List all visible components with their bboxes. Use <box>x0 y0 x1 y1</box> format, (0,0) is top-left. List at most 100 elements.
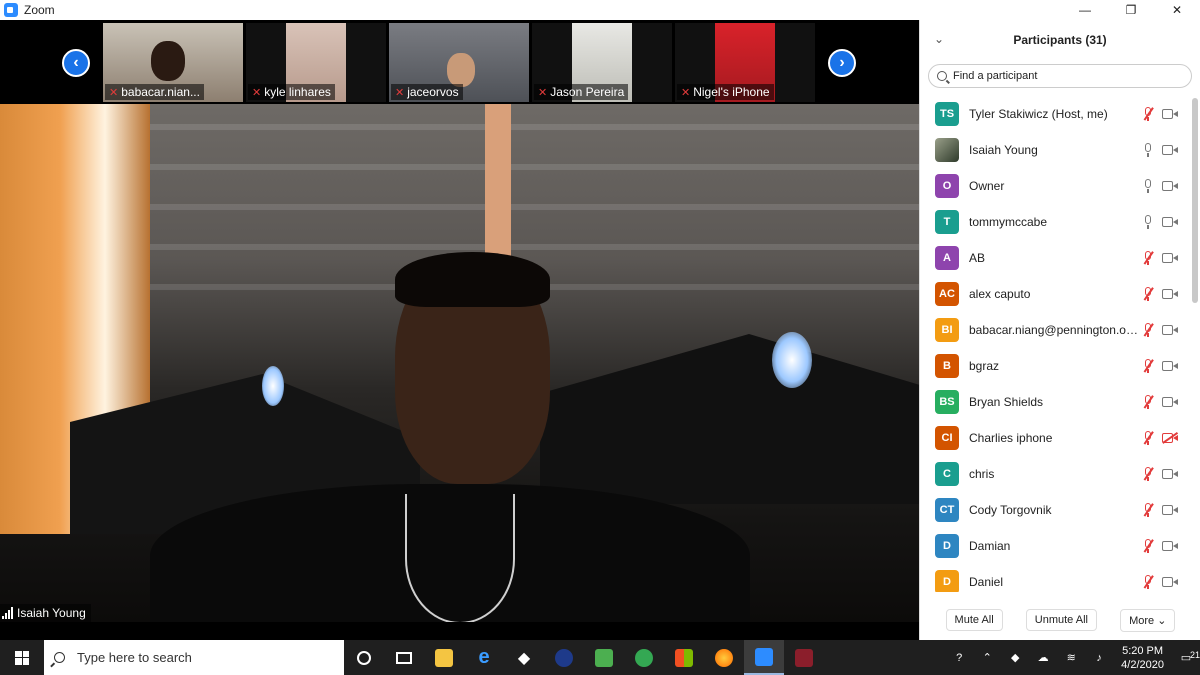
store-icon[interactable] <box>664 640 704 675</box>
background-shade <box>540 334 919 504</box>
mic-muted-icon[interactable] <box>1142 574 1154 590</box>
video-thumbnail[interactable]: ✕ Jason Pereira <box>532 23 672 102</box>
participant-row[interactable]: BS Bryan Shields <box>920 384 1190 420</box>
collapse-chevron-icon[interactable]: ⌄ <box>934 32 944 46</box>
camera-icon[interactable] <box>1162 109 1178 119</box>
camera-icon[interactable] <box>1162 289 1178 299</box>
participant-row[interactable]: BI babacar.niang@pennington.org... <box>920 312 1190 348</box>
edge-icon[interactable]: e <box>464 640 504 675</box>
wifi-icon[interactable]: ≋ <box>1057 651 1085 664</box>
avatar: BS <box>935 390 959 414</box>
mic-muted-icon: ✕ <box>395 87 405 99</box>
participants-header: ⌄ Participants (31) <box>920 20 1200 60</box>
mic-muted-icon[interactable] <box>1142 286 1154 302</box>
mic-muted-icon[interactable] <box>1142 322 1154 338</box>
participant-row[interactable]: O Owner <box>920 168 1190 204</box>
video-thumbnail[interactable]: ✕ Nigel's iPhone <box>675 23 815 102</box>
mic-muted-icon[interactable] <box>1142 538 1154 554</box>
camera-icon[interactable] <box>1162 397 1178 407</box>
more-button[interactable]: More ⌄ <box>1120 608 1176 632</box>
taskbar-search-input[interactable]: Type here to search <box>44 640 344 675</box>
camera-icon[interactable] <box>1162 361 1178 371</box>
avatar: O <box>935 174 959 198</box>
camera-icon[interactable] <box>1162 577 1178 587</box>
chevron-up-icon[interactable]: ⌃ <box>973 651 1001 664</box>
mic-muted-icon[interactable] <box>1142 106 1154 122</box>
participant-row[interactable]: Ttommymccabe <box>920 204 1190 240</box>
participant-row[interactable]: AC alex caputo <box>920 276 1190 312</box>
prev-page-button[interactable]: ‹ <box>62 49 90 77</box>
participant-row[interactable]: TS Tyler Stakiwicz (Host, me) <box>920 96 1190 132</box>
camera-icon[interactable] <box>1162 145 1178 155</box>
taskbar: Type here to search e ◆ ? ⌃ ◆ ☁ ≋ ♪ 5:20… <box>0 640 1200 675</box>
speaker-necklace <box>405 494 515 622</box>
thumbnail-name: jaceorvos <box>407 85 459 99</box>
minimize-button[interactable]: — <box>1062 0 1108 20</box>
camera-icon[interactable] <box>1162 217 1178 227</box>
onedrive-icon[interactable]: ☁ <box>1029 651 1057 664</box>
video-thumbnail[interactable]: ✕ babacar.nian... <box>103 23 243 102</box>
camera-icon[interactable] <box>1162 541 1178 551</box>
avatar <box>935 138 959 162</box>
thumbnail-label: ✕ babacar.nian... <box>105 84 204 100</box>
mute-all-button[interactable]: Mute All <box>945 609 1003 631</box>
camera-icon[interactable] <box>1162 469 1178 479</box>
participant-row[interactable]: Cchris <box>920 456 1190 492</box>
avatar: T <box>935 210 959 234</box>
cortana-icon[interactable] <box>344 640 384 675</box>
search-icon <box>937 71 947 81</box>
participant-row[interactable]: CT Cody Torgovnik <box>920 492 1190 528</box>
participant-list-scrollbar[interactable] <box>1192 98 1198 303</box>
mic-icon[interactable] <box>1142 214 1154 230</box>
mic-muted-icon[interactable] <box>1142 358 1154 374</box>
mic-muted-icon[interactable] <box>1142 394 1154 410</box>
mic-muted-icon[interactable] <box>1142 430 1154 446</box>
video-editor-icon[interactable] <box>784 640 824 675</box>
participant-row[interactable]: Isaiah Young <box>920 132 1190 168</box>
media-player-icon[interactable] <box>544 640 584 675</box>
thumbnail-label: ✕ jaceorvos <box>391 84 463 100</box>
avatar: A <box>935 246 959 270</box>
participant-status <box>1142 322 1178 338</box>
start-button[interactable] <box>0 640 44 675</box>
camera-icon[interactable] <box>1162 253 1178 263</box>
evernote-icon[interactable] <box>584 640 624 675</box>
video-thumbnail[interactable]: ✕ kyle linhares <box>246 23 386 102</box>
close-button[interactable]: ✕ <box>1154 0 1200 20</box>
gallery-strip: ‹ ✕ babacar.nian... ✕ kyle linhares ✕ jaceo… <box>0 20 919 104</box>
clock[interactable]: 5:20 PM 4/2/2020 <box>1121 644 1164 672</box>
notification-count: 21 <box>1189 650 1200 660</box>
zoom-taskbar-icon[interactable] <box>744 640 784 675</box>
participant-row[interactable]: D Daniel <box>920 564 1190 592</box>
next-page-button[interactable]: › <box>828 49 856 77</box>
camera-icon[interactable] <box>1162 505 1178 515</box>
firefox-icon[interactable] <box>704 640 744 675</box>
camera-icon[interactable] <box>1162 181 1178 191</box>
thumbnail-name: Nigel's iPhone <box>693 85 770 99</box>
volume-icon[interactable]: ♪ <box>1085 652 1113 664</box>
unmute-all-button[interactable]: Unmute All <box>1025 609 1097 631</box>
help-icon[interactable]: ? <box>945 652 973 664</box>
video-thumbnail[interactable]: ✕ jaceorvos <box>389 23 529 102</box>
mic-icon[interactable] <box>1142 178 1154 194</box>
file-explorer-icon[interactable] <box>424 640 464 675</box>
mic-muted-icon: ✕ <box>538 87 548 99</box>
participant-row[interactable]: Bbgraz <box>920 348 1190 384</box>
mic-muted-icon[interactable] <box>1142 250 1154 266</box>
mic-icon[interactable] <box>1142 142 1154 158</box>
participant-row[interactable]: CI Charlies iphone <box>920 420 1190 456</box>
mic-muted-icon[interactable] <box>1142 502 1154 518</box>
notifications-icon[interactable]: ▭ 21 <box>1172 650 1200 664</box>
dropbox-tray-icon[interactable]: ◆ <box>1001 651 1029 664</box>
mic-muted-icon[interactable] <box>1142 466 1154 482</box>
participant-row[interactable]: A AB <box>920 240 1190 276</box>
camera-off-icon[interactable] <box>1162 433 1178 443</box>
task-view-icon[interactable] <box>384 640 424 675</box>
restore-button[interactable]: ❐ <box>1108 0 1154 20</box>
participant-row[interactable]: D Damian <box>920 528 1190 564</box>
tripadvisor-icon[interactable] <box>624 640 664 675</box>
camera-icon[interactable] <box>1162 325 1178 335</box>
participant-search-input[interactable]: Find a participant <box>928 64 1192 88</box>
dropbox-icon[interactable]: ◆ <box>504 640 544 675</box>
main-video[interactable]: Isaiah Young <box>0 104 919 622</box>
